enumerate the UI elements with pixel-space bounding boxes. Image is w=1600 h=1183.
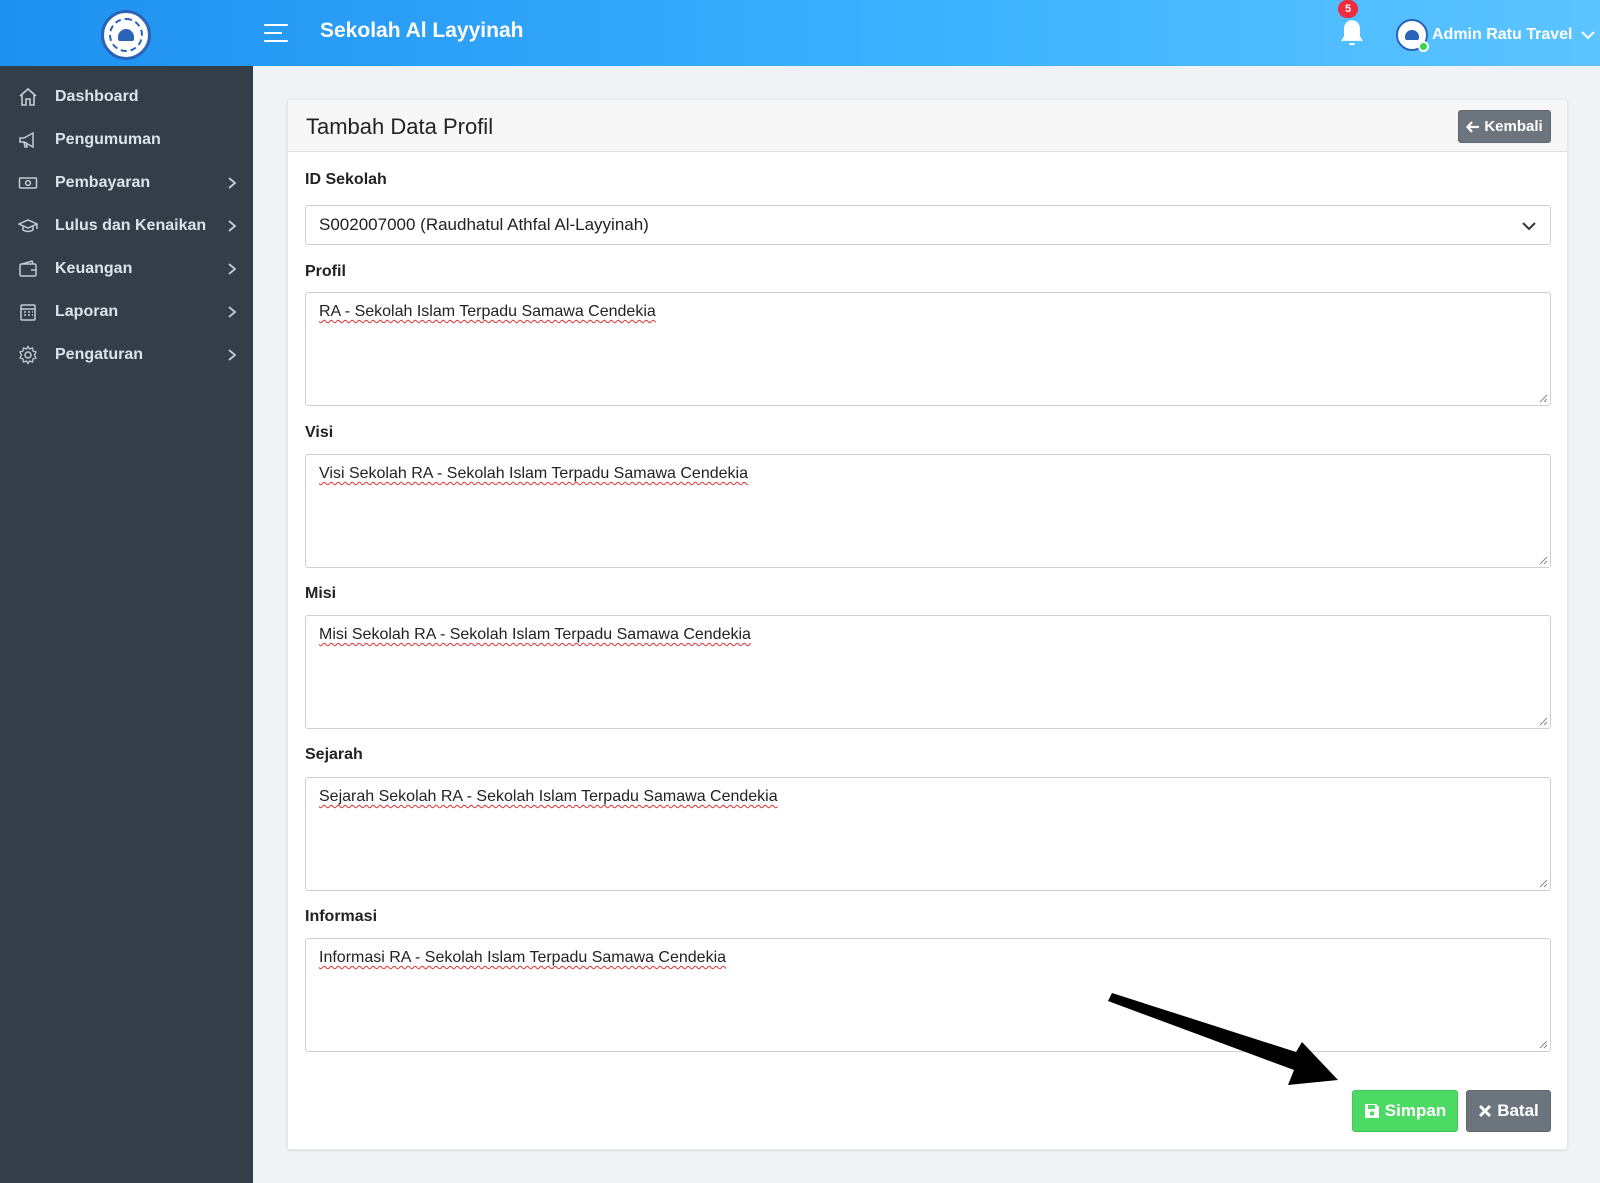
misi-textarea[interactable]: Misi Sekolah RA - Sekolah Islam Terpadu … [305, 615, 1551, 729]
id-sekolah-select[interactable]: S002007000 (Raudhatul Athfal Al-Layyinah… [305, 205, 1551, 245]
chevron-right-icon [228, 220, 237, 232]
informasi-label: Informasi [305, 908, 378, 925]
resize-handle-icon[interactable] [1539, 394, 1548, 403]
floppy-disk-icon [1364, 1104, 1379, 1118]
home-icon [19, 87, 37, 106]
chevron-down-icon [1581, 31, 1596, 40]
graduation-cap-icon [18, 219, 38, 233]
sidebar-item-laporan[interactable]: Laporan [0, 292, 253, 332]
megaphone-icon [19, 131, 34, 149]
sidebar-item-pengaturan[interactable]: Pengaturan [0, 335, 253, 375]
bell-icon[interactable] [1338, 18, 1366, 50]
money-icon [18, 177, 38, 189]
resize-handle-icon[interactable] [1539, 879, 1548, 888]
visi-textarea[interactable]: Visi Sekolah RA - Sekolah Islam Terpadu … [305, 454, 1551, 568]
informasi-textarea[interactable]: Informasi RA - Sekolah Islam Terpadu Sam… [305, 938, 1551, 1052]
cancel-button[interactable]: Batal [1466, 1090, 1551, 1132]
chevron-right-icon [228, 306, 237, 318]
sidebar: Dashboard Pengumuman Pembayaran Lulus da… [0, 66, 253, 1183]
sejarah-label: Sejarah [305, 746, 363, 763]
user-menu[interactable]: Admin Ratu Travel [1396, 18, 1596, 52]
resize-handle-icon[interactable] [1539, 1040, 1548, 1049]
arrow-left-icon [1466, 120, 1480, 133]
app-title: Sekolah Al Layyinah [320, 19, 524, 42]
visi-label: Visi [305, 424, 334, 441]
calendar-icon [20, 304, 36, 321]
wallet-icon [19, 260, 37, 277]
online-status-dot [1418, 41, 1429, 52]
chevron-right-icon [228, 177, 237, 189]
user-name: Admin Ratu Travel [1432, 26, 1573, 43]
sidebar-item-pembayaran[interactable]: Pembayaran [0, 163, 253, 203]
chevron-right-icon [228, 263, 237, 275]
back-button[interactable]: Kembali [1458, 110, 1551, 143]
school-logo[interactable] [101, 10, 151, 60]
sidebar-item-keuangan[interactable]: Keuangan [0, 249, 253, 289]
close-icon [1479, 1104, 1492, 1118]
sidebar-item-lulus-dan-kenaikan[interactable]: Lulus dan Kenaikan [0, 206, 253, 246]
profil-textarea[interactable]: RA - Sekolah Islam Terpadu Samawa Cendek… [305, 292, 1551, 406]
sidebar-item-pengumuman[interactable]: Pengumuman [0, 120, 253, 160]
profil-label: Profil [305, 263, 346, 280]
gear-icon [19, 345, 37, 365]
save-button[interactable]: Simpan [1352, 1090, 1458, 1132]
sejarah-textarea[interactable]: Sejarah Sekolah RA - Sekolah Islam Terpa… [305, 777, 1551, 891]
resize-handle-icon[interactable] [1539, 556, 1548, 565]
page-title: Tambah Data Profil [306, 114, 494, 139]
resize-handle-icon[interactable] [1539, 717, 1548, 726]
avatar [1396, 19, 1429, 52]
profile-form-card: Tambah Data Profil Kembali ID Sekolah S0… [287, 99, 1568, 1150]
misi-label: Misi [305, 585, 337, 602]
chevron-down-icon [1522, 222, 1536, 231]
id-sekolah-label: ID Sekolah [305, 171, 387, 188]
menu-toggle-icon[interactable] [264, 22, 290, 44]
notification-badge: 5 [1338, 0, 1358, 18]
card-header: Tambah Data Profil Kembali [288, 100, 1567, 152]
top-navbar: Sekolah Al Layyinah 5 Admin Ratu Travel [0, 0, 1600, 66]
sidebar-item-dashboard[interactable]: Dashboard [0, 77, 253, 117]
chevron-right-icon [228, 349, 237, 361]
